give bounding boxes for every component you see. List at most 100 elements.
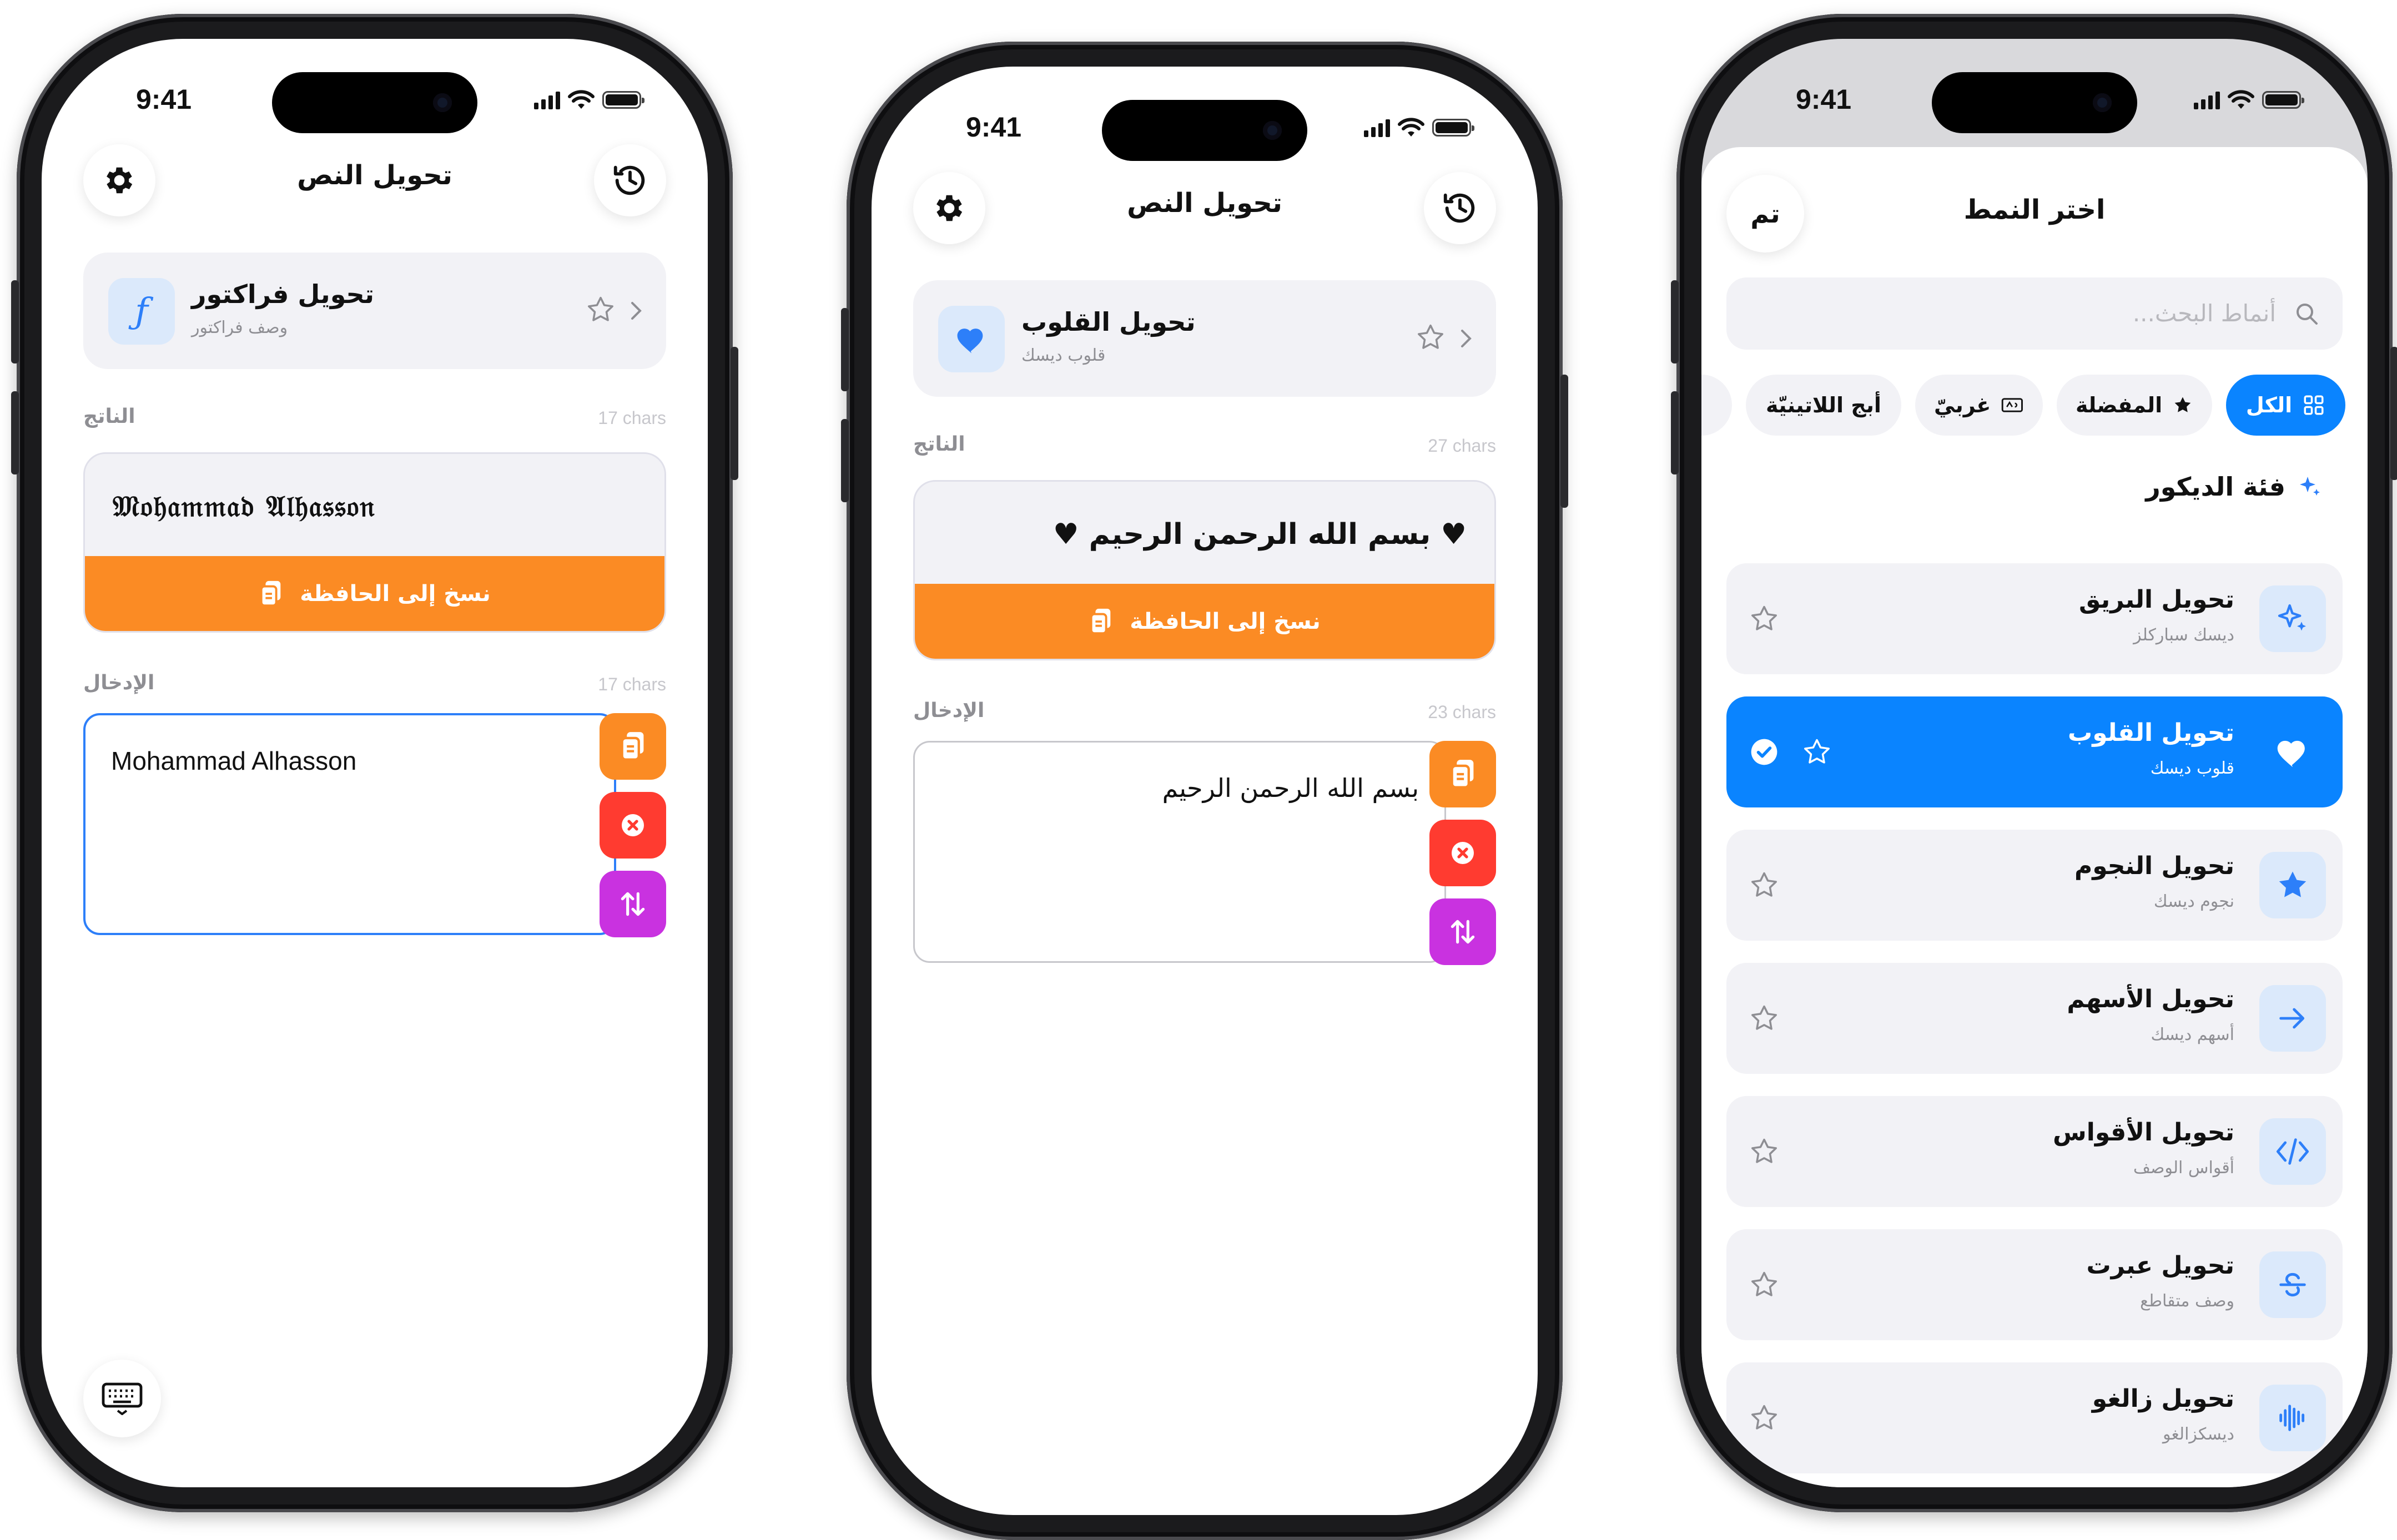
checkmark-circle-icon — [1751, 739, 1777, 765]
style-row-zalgo[interactable]: تحويل زالغو ديسكزالغو — [1726, 1362, 2343, 1473]
style-description: ديسكزالغو — [2162, 1425, 2234, 1444]
style-description: قلوب ديسك — [2150, 759, 2234, 778]
input-label: الإدخال — [83, 671, 155, 694]
style-row-strikethrough[interactable]: تحويل عبرت وصف متقاطع — [1726, 1229, 2343, 1340]
style-picker-sheet: تم اختر النمط أنماط البحث... الكل المفضل… — [1701, 147, 2368, 1487]
sparkles-icon — [2300, 477, 2320, 496]
side-button — [1671, 280, 1679, 363]
screen: 9:41 تحويل النص ƒ تحويل فراكتور وصف فراك… — [42, 39, 708, 1487]
status-icons — [534, 89, 644, 111]
favorite-star-icon[interactable] — [585, 294, 616, 325]
input-text-area[interactable]: Mohammad Alhasson — [83, 713, 616, 935]
favorite-star-icon[interactable] — [1415, 322, 1446, 353]
style-row-hearts[interactable]: تحويل القلوب قلوب ديسك — [1726, 696, 2343, 807]
output-card: ♥ بسم الله الرحمن الرحيم ♥ نسخ إلى الحاف… — [913, 480, 1496, 660]
side-button — [2390, 347, 2397, 480]
output-char-count: 27 chars — [1428, 436, 1496, 456]
swap-arrows-icon — [621, 892, 645, 916]
wifi-icon — [1398, 118, 1424, 137]
clear-button[interactable] — [1429, 820, 1496, 886]
style-row-arrows[interactable]: تحويل الأسهم أسهم ديسك — [1726, 963, 2343, 1074]
output-card: 𝔐𝔬𝔥𝔞𝔪𝔪𝔞𝔡 𝔄𝔩𝔥𝔞𝔰𝔰𝔬𝔫 نسخ إلى الحافظة — [83, 452, 666, 633]
favorite-star-icon[interactable] — [1749, 1269, 1780, 1300]
side-button — [1671, 391, 1679, 474]
side-button — [841, 308, 849, 391]
style-row-brackets[interactable]: تحويل الأقواس أقواس الوصف — [1726, 1096, 2343, 1207]
search-icon — [2297, 304, 2318, 325]
chip-latin-alphabet[interactable]: أبج اللاتينيّة — [1746, 375, 1901, 436]
paste-button[interactable] — [600, 713, 666, 780]
favorite-star-icon[interactable] — [1749, 1003, 1780, 1034]
input-text: بسم الله الرحمن الرحيم — [1162, 773, 1419, 803]
category-title: فئة الديكور — [2146, 472, 2285, 502]
filter-chips: الكل المفضلة غربيّ أبج اللاتينيّة — [1701, 375, 2368, 436]
swap-button[interactable] — [1429, 898, 1496, 965]
style-name: تحويل القلوب — [2068, 719, 2234, 747]
dynamic-island — [272, 72, 477, 133]
chip-favorites[interactable]: المفضلة — [2057, 375, 2212, 436]
input-text-area[interactable]: بسم الله الرحمن الرحيم — [913, 741, 1446, 963]
status-icons — [2194, 89, 2304, 111]
clear-button[interactable] — [600, 792, 666, 859]
style-selector-card[interactable]: تحويل القلوب قلوب ديسك — [913, 280, 1496, 397]
copy-to-clipboard-button[interactable]: نسخ إلى الحافظة — [915, 584, 1494, 659]
style-name: تحويل الأقواس — [2053, 1118, 2234, 1147]
row-icon — [2259, 1251, 2326, 1318]
chip-label: أبج اللاتينيّة — [1766, 393, 1881, 417]
side-button — [11, 391, 19, 474]
paste-button[interactable] — [1429, 741, 1496, 807]
battery-icon — [2262, 91, 2304, 109]
style-name: تحويل النجوم — [2074, 852, 2234, 880]
phone-fraktur: 9:41 تحويل النص ƒ تحويل فراكتور وصف فراك… — [11, 14, 738, 1512]
dynamic-island — [1102, 100, 1307, 161]
favorite-star-icon[interactable] — [1749, 1136, 1780, 1167]
search-field[interactable]: أنماط البحث... — [1726, 277, 2343, 350]
battery-icon — [602, 91, 644, 109]
favorite-star-icon[interactable] — [1749, 603, 1780, 634]
style-row-stars[interactable]: تحويل النجوم نجوم ديسك — [1726, 830, 2343, 941]
row-icon — [2259, 1385, 2326, 1451]
row-icon — [2259, 1118, 2326, 1185]
document-copy-icon — [260, 580, 281, 607]
side-button — [1560, 375, 1568, 508]
keyboard-dismiss-button[interactable] — [83, 1360, 161, 1437]
phone-style-picker: 9:41 تم اختر النمط أنماط البحث... الكل ا… — [1671, 14, 2397, 1512]
clear-x-icon — [1452, 842, 1474, 864]
wifi-icon — [2228, 90, 2254, 109]
chevron-right-icon — [631, 302, 642, 320]
side-button — [731, 347, 738, 480]
favorite-star-icon[interactable] — [1749, 870, 1780, 901]
wifi-icon — [568, 90, 595, 109]
waveform-icon — [2279, 1405, 2305, 1431]
style-row-sparkles[interactable]: تحويل البريق ديسك سباركلز — [1726, 563, 2343, 674]
input-char-count: 17 chars — [598, 674, 666, 694]
screen: 9:41 تحويل النص تحويل القلوب قلوب ديسك ا… — [872, 67, 1538, 1515]
output-text: 𝔐𝔬𝔥𝔞𝔪𝔪𝔞𝔡 𝔄𝔩𝔥𝔞𝔰𝔰𝔬𝔫 — [113, 489, 376, 523]
dynamic-island — [1932, 72, 2137, 133]
heart-icon — [957, 329, 983, 354]
picker-title: اختر النمط — [1963, 194, 2106, 225]
style-name: تحويل زالغو — [2092, 1385, 2234, 1413]
status-bar: 9:41 — [872, 67, 1538, 194]
category-header: فئة الديكور — [2146, 472, 2323, 502]
chip-label: غربيّ — [1934, 393, 1991, 417]
history-button[interactable] — [594, 144, 666, 216]
history-button[interactable] — [1424, 172, 1496, 244]
favorite-star-icon[interactable] — [1749, 1402, 1780, 1433]
chip-all[interactable]: الكل — [2226, 375, 2345, 436]
row-icon — [2259, 585, 2326, 652]
row-icon — [2259, 985, 2326, 1052]
style-description: وصف فراكتور — [192, 318, 288, 337]
input-label: الإدخال — [913, 699, 985, 722]
favorite-star-icon[interactable] — [1801, 736, 1832, 768]
chip-western[interactable]: غربيّ — [1915, 375, 2043, 436]
signal-icon — [1364, 118, 1390, 137]
clear-x-icon — [622, 814, 644, 836]
copy-to-clipboard-button[interactable]: نسخ إلى الحافظة — [85, 556, 664, 631]
style-name: تحويل القلوب — [1021, 307, 1196, 337]
side-button — [11, 280, 19, 363]
chip-more[interactable] — [1701, 375, 1732, 436]
style-selector-card[interactable]: ƒ تحويل فراكتور وصف فراكتور — [83, 253, 666, 369]
swap-button[interactable] — [600, 871, 666, 937]
input-char-count: 23 chars — [1428, 702, 1496, 722]
